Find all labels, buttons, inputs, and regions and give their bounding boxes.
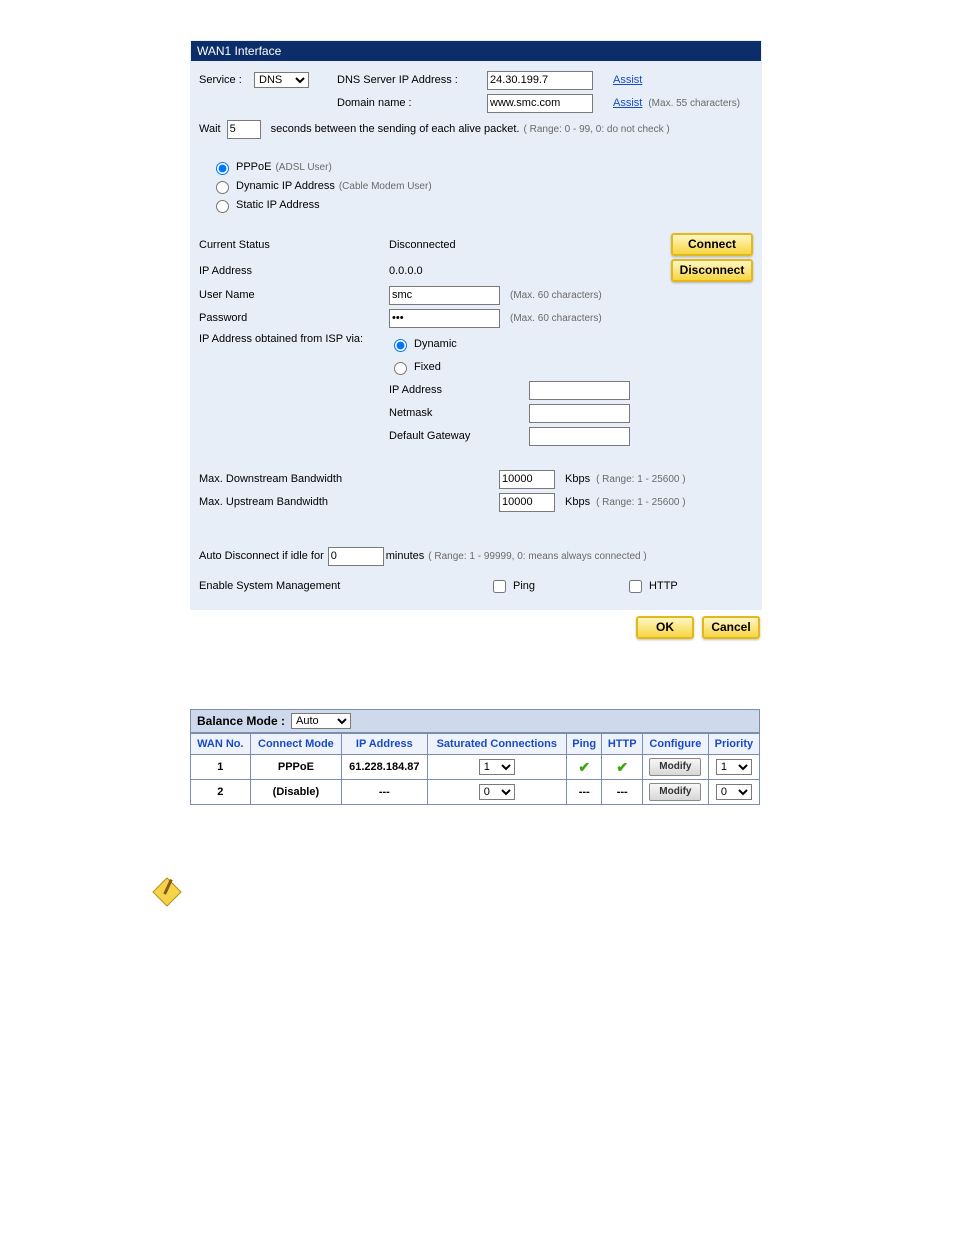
cell-ip: --- [342,780,428,805]
wait-label-post: seconds between the sending of each aliv… [271,123,520,135]
modify-button[interactable]: Modify [649,783,701,801]
ok-button[interactable]: OK [636,616,694,639]
th-mode: Connect Mode [250,734,341,755]
cell-ping: --- [567,780,602,805]
domain-hint: (Max. 55 characters) [648,98,740,109]
up-label: Max. Upstream Bandwidth [199,496,499,508]
cell-wan: 1 [191,755,251,780]
ip-value: 0.0.0.0 [389,265,524,277]
status-value: Disconnected [389,239,524,251]
radio-static[interactable] [216,200,229,213]
radio-dynip[interactable] [216,181,229,194]
radio-dynamic[interactable] [394,339,407,352]
domain-assist-link[interactable]: Assist [613,97,642,109]
wait-input[interactable] [227,120,261,139]
http-checkbox[interactable] [629,580,642,593]
pppoe-hint: (ADSL User) [275,162,331,173]
dynamic-label: Dynamic [414,338,457,350]
wait-hint: ( Range: 0 - 99, 0: do not check ) [524,124,670,135]
panel-title: WAN1 Interface [191,41,761,61]
down-label: Max. Downstream Bandwidth [199,473,499,485]
table-row: 2 (Disable) --- 0 --- --- Modify 0 [191,780,760,805]
th-http: HTTP [602,734,643,755]
table-row: 1 PPPoE 61.228.184.87 1 ✔ ✔ Modify 1 [191,755,760,780]
check-icon: ✔ [578,759,590,775]
radio-fixed[interactable] [394,362,407,375]
domain-input[interactable] [487,94,593,113]
dns-assist-link[interactable]: Assist [613,74,642,86]
idle-hint: ( Range: 1 - 99999, 0: means always conn… [428,551,646,562]
dns-input[interactable] [487,71,593,90]
balance-label: Balance Mode : [197,714,285,728]
up-input[interactable] [499,493,555,512]
fixed-label: Fixed [414,361,441,373]
balance-table: WAN No. Connect Mode IP Address Saturate… [190,733,760,805]
ispvia-label: IP Address obtained from ISP via: [199,331,389,345]
th-ip: IP Address [342,734,428,755]
up-unit: Kbps [565,496,590,508]
cell-mode: PPPoE [250,755,341,780]
cell-http: --- [602,780,643,805]
th-wan: WAN No. [191,734,251,755]
ping-checkbox[interactable] [493,580,506,593]
domain-label: Domain name : [337,97,487,109]
check-icon: ✔ [616,759,628,775]
idle-label-pre: Auto Disconnect if idle for [199,550,324,562]
note-icon [150,875,184,909]
user-input[interactable] [389,286,500,305]
ispvia-ip-label: IP Address [389,384,479,396]
ispvia-ip-input[interactable] [529,381,630,400]
th-ping: Ping [567,734,602,755]
pass-input[interactable] [389,309,500,328]
cell-ip: 61.228.184.87 [342,755,428,780]
connect-button[interactable]: Connect [671,233,753,256]
balance-select[interactable]: Auto [291,713,351,729]
dns-label: DNS Server IP Address : [337,74,487,86]
sat-select[interactable]: 1 [479,759,515,775]
down-unit: Kbps [565,473,590,485]
sys-label: Enable System Management [199,580,489,592]
ispvia-gw-input[interactable] [529,427,630,446]
ispvia-gw-label: Default Gateway [389,430,479,442]
down-input[interactable] [499,470,555,489]
dynip-label: Dynamic IP Address [236,180,335,192]
cancel-button[interactable]: Cancel [702,616,760,639]
cell-mode: (Disable) [250,780,341,805]
static-label: Static IP Address [236,199,320,211]
radio-pppoe[interactable] [216,162,229,175]
disconnect-button[interactable]: Disconnect [671,259,753,282]
pass-label: Password [199,312,389,324]
pppoe-label: PPPoE [236,161,271,173]
ispvia-netmask-input[interactable] [529,404,630,423]
ip-label: IP Address [199,265,389,277]
th-sat: Saturated Connections [427,734,566,755]
status-label: Current Status [199,239,389,251]
sat-select[interactable]: 0 [479,784,515,800]
user-hint: (Max. 60 characters) [510,290,602,301]
idle-label-post: minutes [386,550,425,562]
service-label: Service : [199,74,254,86]
user-label: User Name [199,289,389,301]
ispvia-netmask-label: Netmask [389,407,479,419]
dynip-hint: (Cable Modem User) [339,181,432,192]
idle-input[interactable] [328,547,384,566]
th-cfg: Configure [643,734,709,755]
cell-wan: 2 [191,780,251,805]
th-prio: Priority [708,734,759,755]
down-hint: ( Range: 1 - 25600 ) [596,474,686,485]
up-hint: ( Range: 1 - 25600 ) [596,497,686,508]
service-select[interactable]: DNS [254,72,309,88]
ping-label: Ping [513,580,535,592]
prio-select[interactable]: 0 [716,784,752,800]
modify-button[interactable]: Modify [649,758,701,776]
prio-select[interactable]: 1 [716,759,752,775]
wait-label-pre: Wait [199,123,221,135]
http-label: HTTP [649,580,678,592]
pass-hint: (Max. 60 characters) [510,313,602,324]
